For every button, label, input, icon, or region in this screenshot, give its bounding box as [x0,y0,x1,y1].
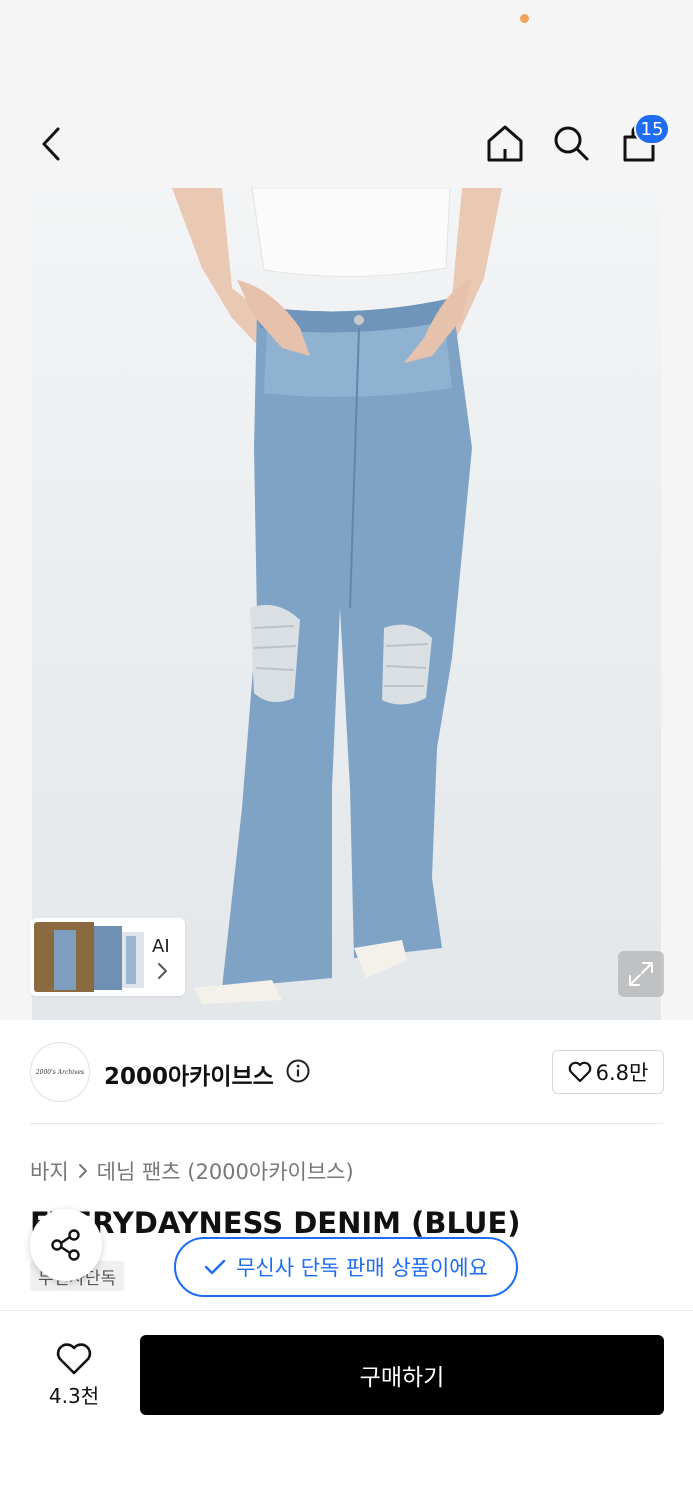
home-button[interactable] [480,118,530,168]
chevron-right-icon [78,1164,87,1178]
ai-label: AI [152,936,170,957]
ai-similar-items-card[interactable] [30,918,185,996]
ai-thumbnail-images [34,922,144,992]
cart-count-badge: 15 [634,113,670,145]
chevron-left-icon [42,127,60,161]
brand-logo-text: 2000's Archives [35,1068,85,1076]
home-icon [487,125,523,162]
divider [30,1123,663,1124]
search-icon [554,126,589,161]
brand-logo[interactable]: 2000's Archives [30,1042,90,1102]
jeans-illustration [172,188,502,1004]
share-button[interactable] [30,1209,102,1281]
brand-name[interactable]: 2000아카이브스 [104,1057,274,1091]
expand-image-button[interactable] [618,951,664,997]
product-image[interactable] [32,188,661,1020]
wishlist-count: 4.3천 [48,1383,100,1408]
chevron-right-icon [155,962,169,984]
ai-thumbnails [34,922,144,992]
wishlist-button[interactable]: 4.3천 [30,1335,118,1415]
product-title: EVERYDAYNESS DENIM (BLUE) [30,1206,521,1240]
search-button[interactable] [546,118,596,168]
share-icon [51,1229,80,1261]
status-bar [0,0,693,100]
toast-text: 무신사 단독 판매 상품이에요 [236,1256,488,1280]
breadcrumb-category[interactable]: 바지 [30,1156,69,1186]
top-nav [0,100,693,188]
bottom-action-bar: 4.3천 구매하기 [0,1310,693,1500]
breadcrumb-subcategory[interactable]: 데님 팬츠 (2000아카이브스) [97,1156,354,1186]
back-button[interactable] [28,120,76,168]
expand-icon [629,962,653,986]
info-icon[interactable] [286,1059,310,1087]
check-icon [204,1259,226,1275]
brand-like-count: 6.8만 [595,1061,649,1085]
heart-icon [568,1061,591,1083]
status-dot [520,14,529,23]
exclusive-toast: 무신사 단독 판매 상품이에요 [174,1237,518,1297]
product-image-area [0,188,693,1020]
heart-icon [56,1342,92,1374]
buy-button[interactable]: 구매하기 [140,1335,664,1415]
brand-like-button[interactable]: 6.8만 [552,1050,664,1094]
breadcrumb: 바지 데님 팬츠 (2000아카이브스) [30,1156,354,1186]
brand-row: 2000's Archives 2000아카이브스 6.8만 [0,1020,693,1124]
